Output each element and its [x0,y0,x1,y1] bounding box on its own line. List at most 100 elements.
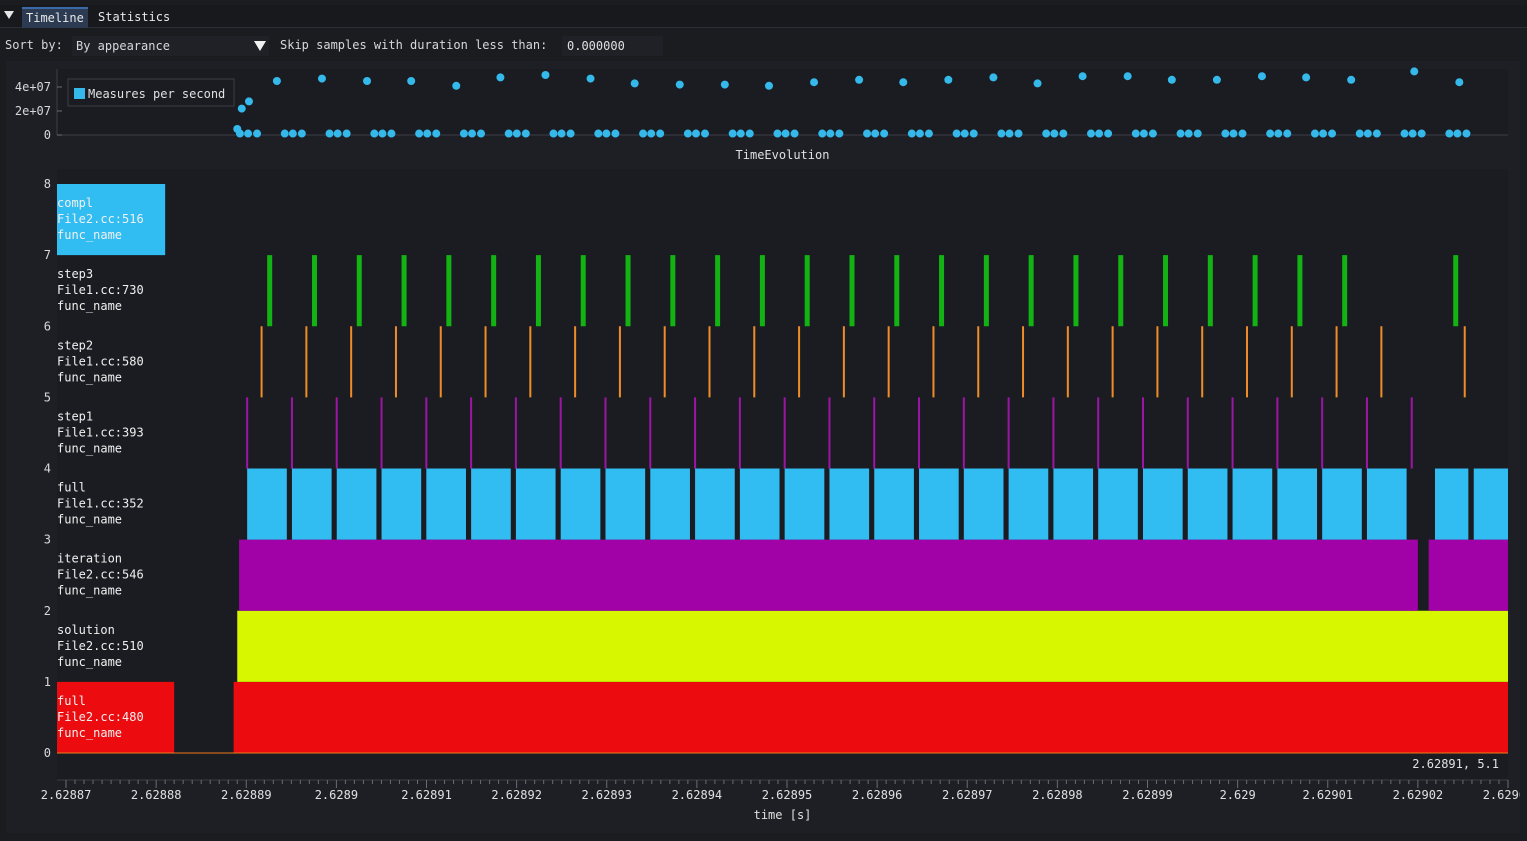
measures-point [594,129,603,138]
timeline-y-tick-label: 4 [44,462,51,476]
full-file1-bar [471,468,511,540]
full-file1-bar [874,468,914,540]
row-label-file: File1.cc:580 [57,354,144,368]
step3-tick [580,255,586,327]
full-file1-bar [336,468,377,540]
step3-tick [267,255,273,327]
timeline-y-tick-label: 3 [44,533,51,547]
step2-tick [753,326,756,398]
timeline-x-tick-label: 2.62903 [1483,788,1520,802]
collapse-triangle-icon[interactable] [4,11,14,19]
timeline-chart[interactable]: 4e+07 2e+07 0 Measures per second TimeEvolu… [6,61,1527,833]
measures-point [899,78,908,87]
full-file1-bar [1434,468,1469,540]
measures-point [656,129,665,138]
measures-point [1408,129,1417,138]
step1-tick [962,397,965,469]
time-evolution-plot: TimeEvolution 8 7 6 5 4 3 2 1 0 compl File2.cc:516 f… [41,148,1527,822]
step2-tick [305,326,308,398]
step1-tick [1007,397,1010,469]
step1-tick [783,397,786,469]
step2-tick [708,326,711,398]
step1-tick [873,397,876,469]
skip-duration-label: Skip samples with duration less than: [280,38,548,52]
step2-tick [887,326,890,398]
measures-point [1229,129,1238,138]
step3-tick [401,255,407,327]
step1-tick [1186,397,1189,469]
step2-tick [798,326,801,398]
row-label-name: step1 [57,409,93,423]
step3-tick [894,255,900,327]
measures-y-tick-label: 0 [44,128,51,142]
row-label-func: func_name [57,513,122,527]
measures-point [1445,129,1454,138]
step2-tick [529,326,532,398]
step3-tick [670,255,676,327]
measures-point [915,129,924,138]
row-label-name: full [57,694,86,708]
measures-point [325,129,334,138]
measures-point [691,129,700,138]
step1-tick [1321,397,1324,469]
measures-point [989,73,998,82]
timeline-x-tick-label: 2.62889 [221,788,272,802]
step2-tick [1066,326,1069,398]
step3-tick [491,255,497,327]
step1-tick [604,397,607,469]
full-file1-bar [1277,468,1318,540]
row-label-name: compl [57,196,93,210]
cursor-readout: 2.62891, 5.1 [1412,757,1499,771]
row-label-file: File1.cc:393 [57,425,144,439]
measures-point [1400,129,1409,138]
solution-bar [237,610,1509,682]
measures-point [736,129,745,138]
measures-point [1238,129,1247,138]
tab-timeline[interactable]: Timeline [22,7,88,28]
full-file1-bar [515,468,556,540]
step2-tick [977,326,980,398]
sort-label: Sort by: [5,38,63,52]
full-file1-bar [1053,468,1094,540]
step2-tick [1290,326,1293,398]
full-file1-bar [1366,468,1407,540]
iteration-bar [239,539,1418,611]
timeline-y-tick-label: 5 [44,390,51,404]
measures-point [586,74,595,83]
measures-point [387,129,396,138]
full-file1-bar [1008,468,1049,540]
step2-tick [1246,326,1249,398]
step1-tick [1097,397,1100,469]
tab-statistics[interactable]: Statistics [94,8,174,27]
step1-tick [1052,397,1055,469]
row-label-file: File1.cc:352 [57,497,144,511]
measures-point [960,129,969,138]
measures-point [557,129,566,138]
measures-point [1355,129,1364,138]
measures-point [452,81,461,90]
row-label-func: func_name [57,726,122,740]
measures-point [297,129,306,138]
iteration-bar [1428,539,1508,611]
measures-point [835,129,844,138]
full-file1-bar [829,468,870,540]
measures-point [863,129,872,138]
step3-tick [1163,255,1169,327]
sort-dropdown[interactable]: By appearance [72,36,269,56]
timeline-y-tick-label: 7 [44,248,51,262]
row-label-file: File2.cc:546 [57,568,144,582]
step2-tick [618,326,621,398]
measures-point [1193,129,1202,138]
step2-tick [439,326,442,398]
measures-point [1274,129,1283,138]
skip-duration-input[interactable] [562,36,663,56]
measures-point [630,79,639,88]
step1-tick [738,397,741,469]
measures-point [602,129,611,138]
row-label-func: func_name [57,441,122,455]
measures-point [855,75,864,84]
measures-legend-swatch [74,88,85,99]
step3-tick [1342,255,1348,327]
measures-point [1059,129,1068,138]
row-label-name: step2 [57,338,93,352]
